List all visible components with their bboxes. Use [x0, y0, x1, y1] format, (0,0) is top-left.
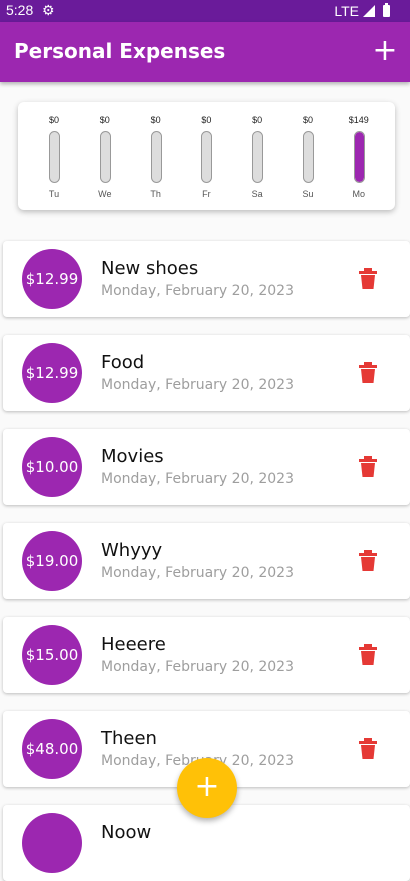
bar-track [99, 131, 111, 183]
bar-day-label: Su [302, 189, 314, 199]
status-indicators: LTE [334, 3, 390, 19]
bar-day-label: Fr [202, 189, 211, 199]
status-time: 5:28 [6, 2, 34, 18]
transaction-amount: $10.00 [22, 437, 82, 497]
transaction-title: Noow [101, 822, 152, 843]
bar-day-label: We [98, 189, 112, 199]
bar-amount: $0 [302, 115, 313, 125]
chart-bar-tu: $0 Tu [34, 102, 74, 210]
transaction-date: Monday, February 20, 2023 [101, 659, 294, 675]
bar-day-label: Mo [352, 189, 366, 199]
chart-bar-fr: $0 Fr [186, 102, 226, 210]
settings-gear-icon: ⚙ [42, 2, 55, 18]
transaction-amount: $19.00 [22, 531, 82, 591]
bar-day-label: Tu [48, 189, 60, 199]
transaction-item: $10.00 Movies Monday, February 20, 2023 [3, 429, 410, 505]
delete-icon[interactable] [358, 456, 378, 478]
delete-icon[interactable] [358, 268, 378, 290]
delete-icon[interactable] [358, 738, 378, 760]
transaction-title: Food [101, 352, 145, 373]
transaction-amount: $15.00 [22, 625, 82, 685]
bar-amount: $0 [48, 115, 59, 125]
signal-icon [363, 5, 375, 17]
bar-amount: $0 [99, 115, 110, 125]
bar-day-label: Sa [251, 189, 263, 199]
chart-bar-sa: $0 Sa [237, 102, 277, 210]
chart-bar-we: $0 We [85, 102, 125, 210]
transaction-item: $12.99 Food Monday, February 20, 2023 [3, 335, 410, 411]
transaction-amount [22, 813, 82, 873]
add-transaction-fab[interactable]: + [177, 758, 237, 818]
bar-track [252, 131, 264, 183]
transaction-date: Monday, February 20, 2023 [101, 471, 294, 487]
transaction-date: Monday, February 20, 2023 [101, 565, 294, 581]
chart-bar-mo: $149 Mo [339, 102, 379, 210]
status-bar: 5:28 ⚙ LTE [0, 0, 410, 22]
transaction-amount: $12.99 [22, 343, 82, 403]
transaction-title: Movies [101, 446, 164, 467]
add-expense-button[interactable]: + [370, 34, 400, 68]
transaction-amount: $48.00 [22, 719, 82, 779]
bar-track [150, 131, 162, 183]
battery-icon [383, 3, 390, 17]
transaction-date: Monday, February 20, 2023 [101, 377, 294, 393]
delete-icon[interactable] [358, 362, 378, 384]
bar-track [201, 131, 213, 183]
transaction-title: Whyyy [101, 540, 163, 561]
delete-icon[interactable] [358, 550, 378, 572]
bar-amount: $0 [150, 115, 161, 125]
bar-amount: $0 [201, 115, 212, 125]
bar-amount: $149 [348, 115, 369, 125]
bar-track [303, 131, 314, 183]
bar-day-label: Th [150, 189, 161, 199]
chart-bar-th: $0 Th [136, 102, 176, 210]
bar-amount: $0 [252, 115, 263, 125]
bar-track [49, 131, 60, 183]
page-title: Personal Expenses [14, 39, 226, 63]
app-bar: Personal Expenses + [0, 22, 410, 82]
transaction-amount: $12.99 [22, 249, 82, 309]
delete-icon[interactable] [358, 644, 378, 666]
transaction-date: Monday, February 20, 2023 [101, 283, 294, 299]
transaction-item: $15.00 Heeere Monday, February 20, 2023 [3, 617, 410, 693]
transaction-item: $12.99 New shoes Monday, February 20, 2023 [3, 241, 410, 317]
transaction-title: Heeere [101, 634, 166, 655]
transaction-title: New shoes [101, 258, 199, 279]
transaction-title: Theen [101, 728, 157, 749]
weekly-chart: $0 Tu $0 We $0 Th $0 Fr $0 Sa $0 Su $149 Mo [18, 102, 395, 210]
transaction-item: $19.00 Whyyy Monday, February 20, 2023 [3, 523, 410, 599]
bar-track [353, 131, 365, 183]
chart-bar-su: $0 Su [288, 102, 328, 210]
network-label: LTE [334, 3, 359, 19]
bar-fill [354, 132, 364, 182]
